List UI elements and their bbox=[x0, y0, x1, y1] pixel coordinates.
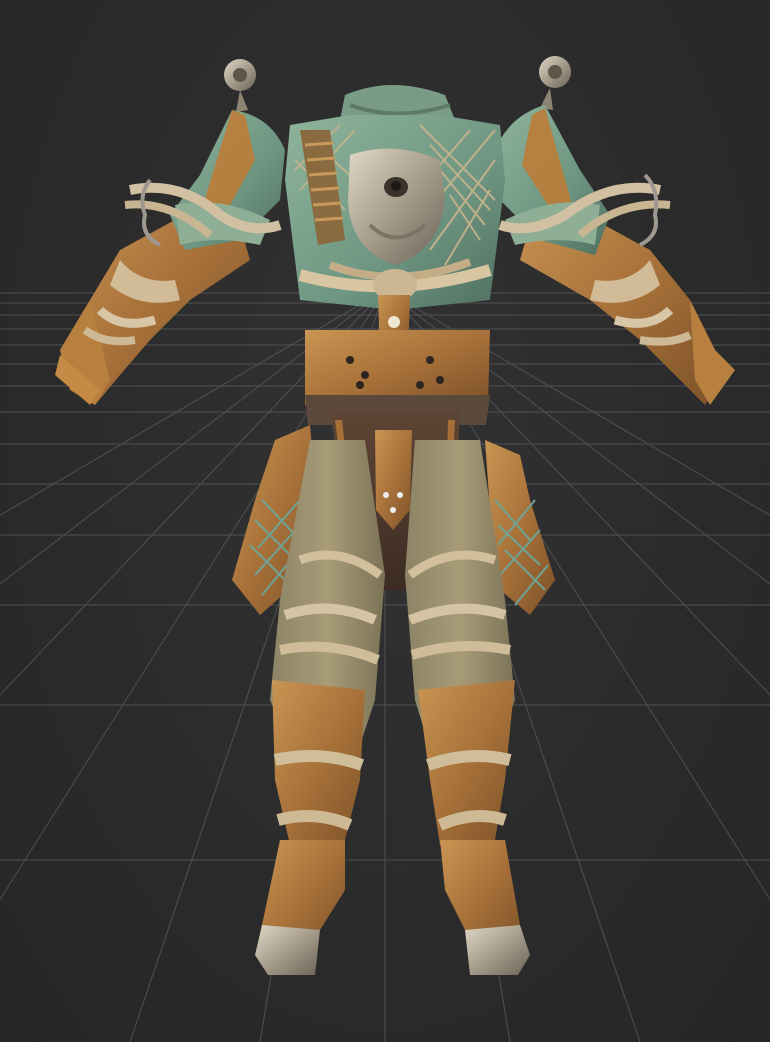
right-pauldron bbox=[495, 56, 671, 255]
chest-piece bbox=[285, 85, 505, 355]
left-pauldron bbox=[124, 59, 285, 250]
model-viewport[interactable] bbox=[0, 0, 770, 1042]
armor-model[interactable] bbox=[0, 0, 770, 1042]
